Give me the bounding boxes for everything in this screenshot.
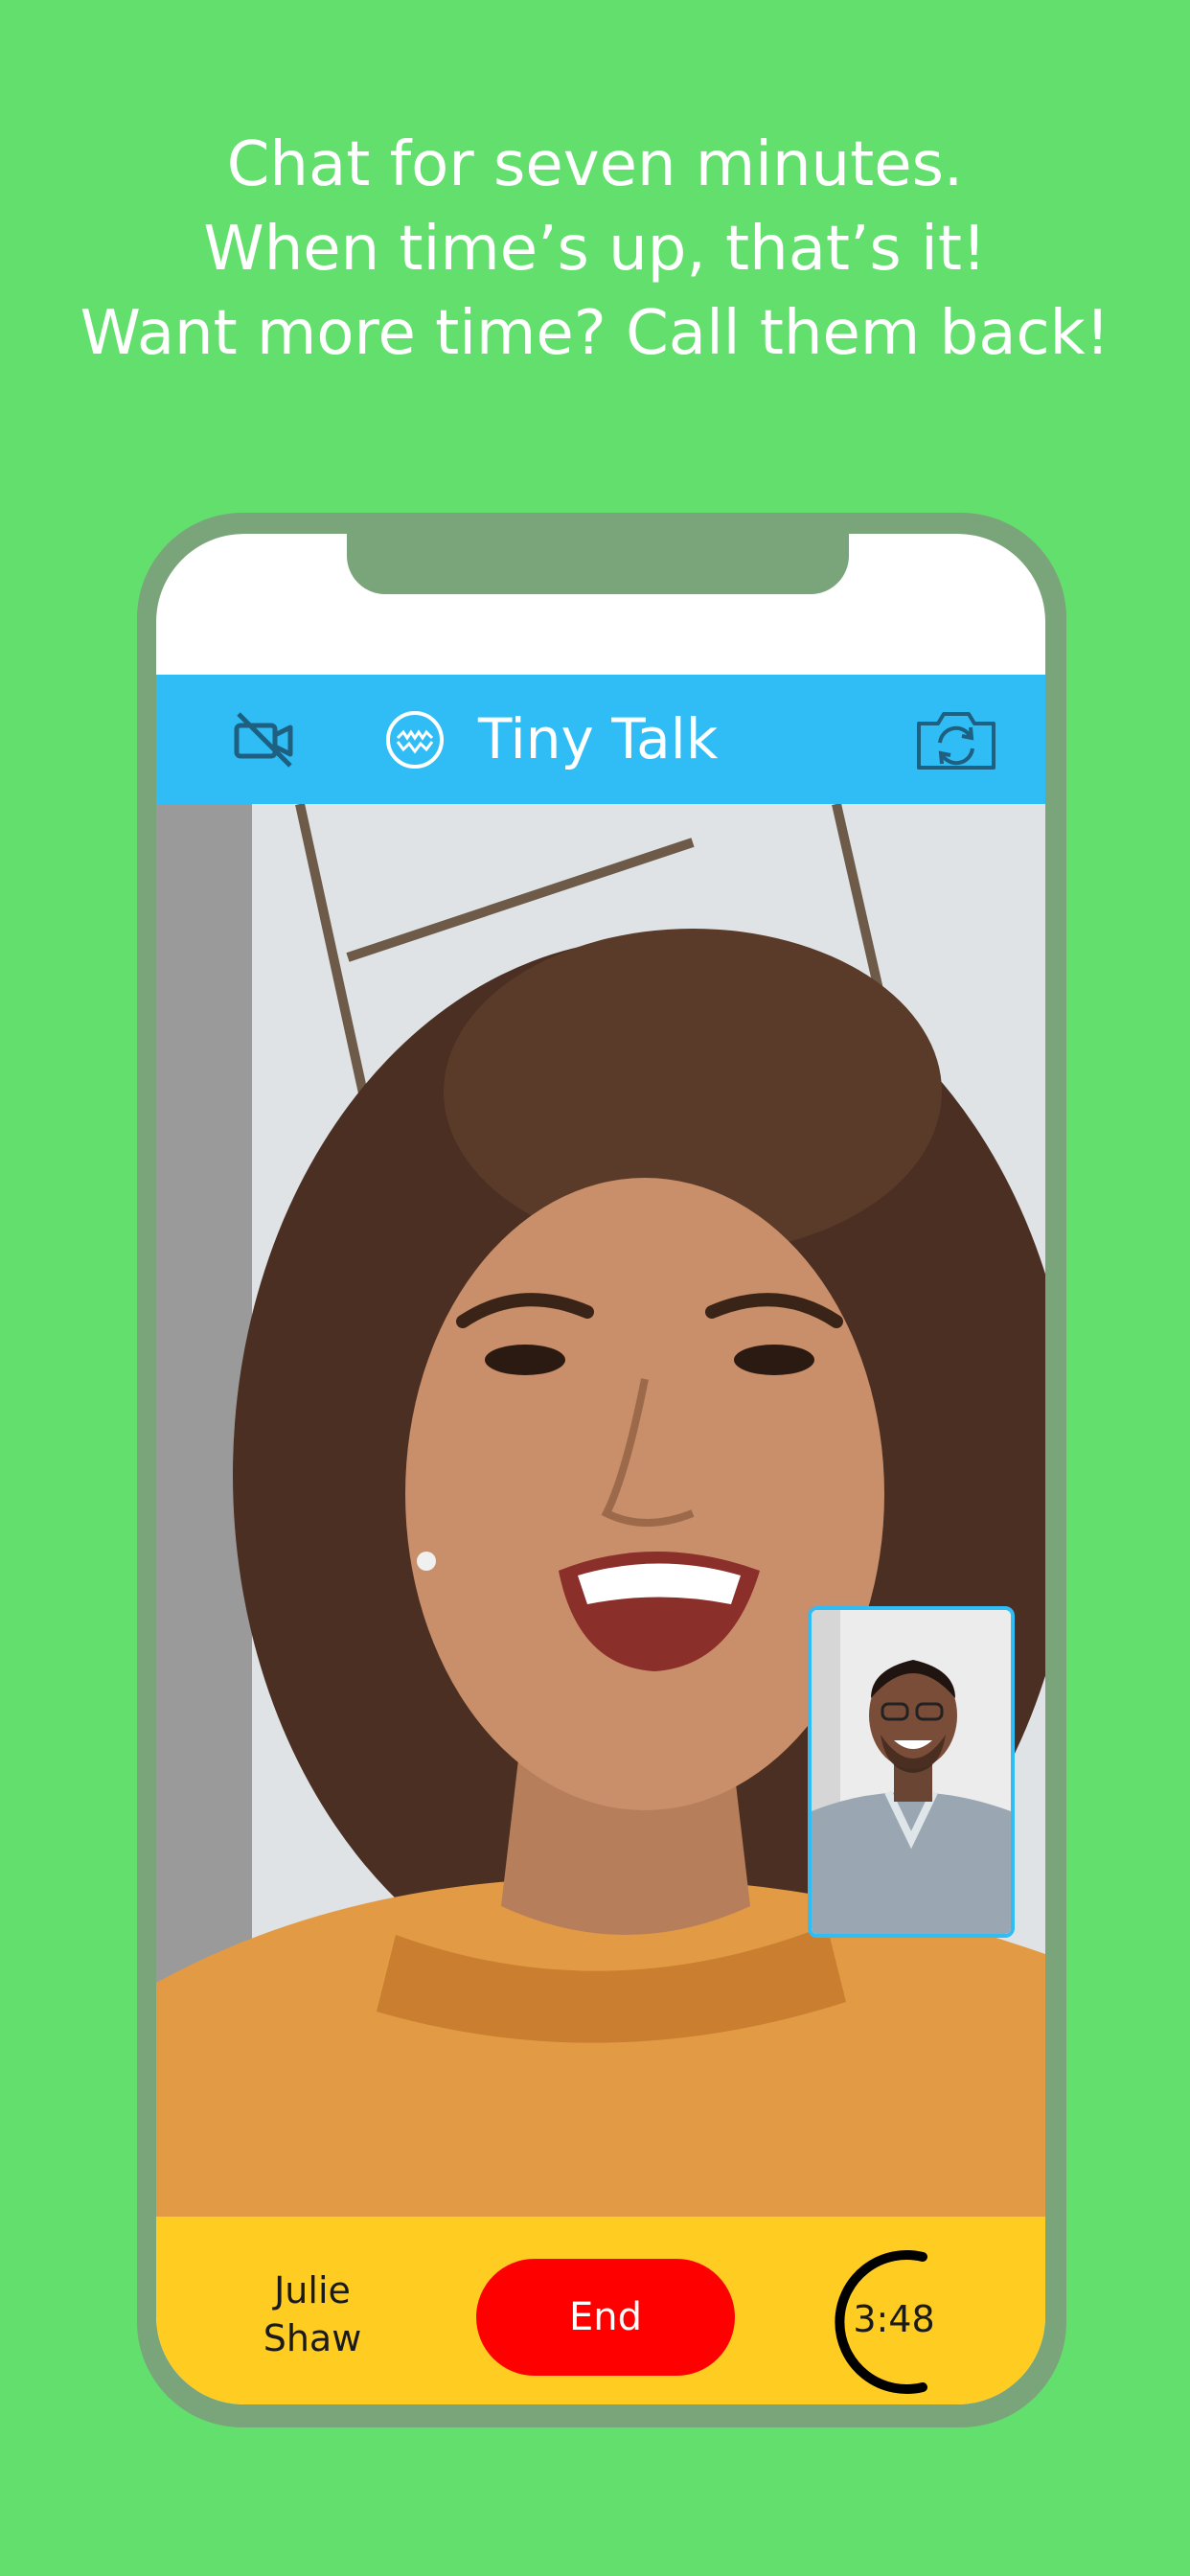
headline-line-1: Chat for seven minutes. [226,129,964,200]
app-title: Tiny Talk [478,706,719,771]
tiny-talk-logo-icon [386,711,444,769]
headline-line-2: When time’s up, that’s it! [203,214,987,285]
camera-flip-icon[interactable] [913,706,999,773]
caller-last-name: Shaw [263,2317,362,2359]
local-person-illustration [812,1610,1011,1934]
countdown-timer: 3:48 [853,2298,935,2340]
phone-mockup: Tiny Talk Julie Shaw End 3:48 [137,513,1066,2427]
app-header: Tiny Talk [156,675,1045,804]
caller-name: Julie Shaw [250,2266,375,2362]
remote-person-illustration [156,804,1045,2217]
headline-line-3: Want more time? Call them back! [80,298,1110,369]
end-call-button[interactable]: End [476,2259,735,2376]
caller-first-name: Julie [274,2269,351,2312]
phone-notch [347,534,849,594]
video-off-icon[interactable] [231,706,298,773]
call-controls-bar: Julie Shaw End 3:48 [156,2217,1045,2404]
headline: Chat for seven minutes. When time’s up, … [0,123,1190,376]
phone-screen: Tiny Talk Julie Shaw End 3:48 [156,534,1045,2404]
self-view-video[interactable] [808,1606,1015,1938]
remote-video-feed [156,804,1045,2217]
